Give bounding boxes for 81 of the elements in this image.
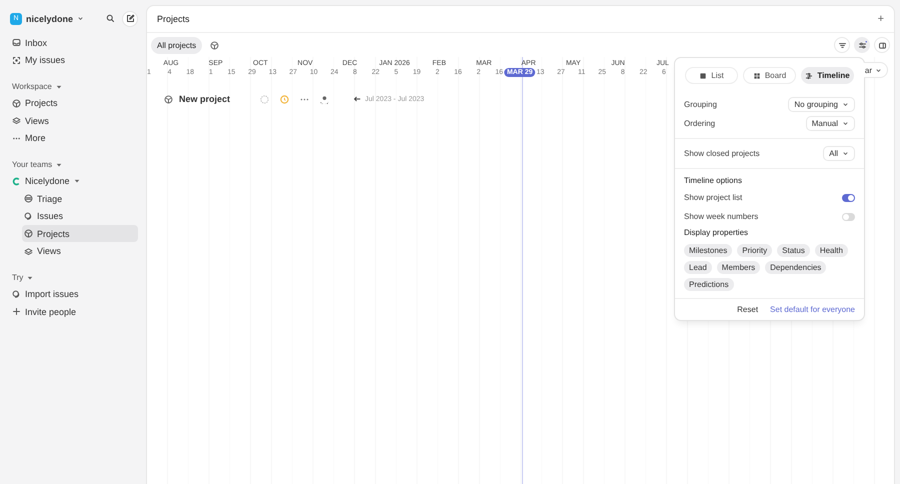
section-header[interactable]: Try xyxy=(12,273,24,282)
sidebar-item[interactable]: Triage xyxy=(22,190,138,207)
sidebar-item[interactable]: Views xyxy=(10,112,138,129)
layers-icon xyxy=(12,116,21,125)
project-name[interactable]: New project xyxy=(179,94,230,104)
chevron-icon xyxy=(842,101,849,108)
cube-icon xyxy=(12,98,21,108)
search-icon xyxy=(106,14,114,23)
square-icon xyxy=(699,72,708,80)
inbox-icon xyxy=(12,38,21,47)
add-button[interactable]: + xyxy=(878,13,884,25)
option-label: Ordering xyxy=(684,119,716,128)
section-header[interactable]: Workspace xyxy=(12,82,52,91)
page-title: Projects xyxy=(157,14,190,24)
dashed-circle-icon xyxy=(260,94,270,104)
compose-icon xyxy=(126,14,134,23)
grid-icon xyxy=(752,72,761,80)
cube-icon xyxy=(210,40,219,50)
sidebar-item[interactable]: Projects xyxy=(10,94,138,112)
layout-tab[interactable]: List xyxy=(685,67,738,84)
side-panel-button[interactable] xyxy=(874,37,890,53)
toggle-switch[interactable] xyxy=(842,212,855,220)
filter-button[interactable] xyxy=(834,37,850,53)
workspace-name[interactable]: nicelydone xyxy=(26,14,74,24)
layout-tab[interactable]: Board xyxy=(743,67,796,84)
dropdown-button[interactable]: ar xyxy=(864,62,888,78)
sidebar-item[interactable]: Inbox xyxy=(10,34,138,51)
option-label: Grouping xyxy=(684,100,717,109)
panel-icon xyxy=(878,40,886,50)
property-chip[interactable]: Milestones xyxy=(684,244,732,257)
clock-icon xyxy=(280,94,290,104)
property-chip[interactable]: Status xyxy=(777,244,810,257)
timeline-icon xyxy=(805,72,814,80)
filter-icon xyxy=(838,40,846,50)
reset-button[interactable]: Reset xyxy=(737,305,758,314)
person-icon xyxy=(320,94,330,104)
display-options-button[interactable] xyxy=(854,37,870,53)
layers-icon xyxy=(24,246,33,256)
option-label: Show closed projects xyxy=(684,149,760,158)
sidebar-item[interactable]: Invite people xyxy=(10,303,138,320)
section-title: Timeline options xyxy=(683,175,743,187)
select-dropdown[interactable]: Manual xyxy=(806,116,855,131)
select-dropdown[interactable]: All xyxy=(823,146,855,161)
cube-icon xyxy=(164,94,173,104)
sidebar-item[interactable]: Projects xyxy=(22,225,138,242)
layout-tab[interactable]: Timeline xyxy=(801,67,854,84)
overlap-circles-icon xyxy=(24,212,33,220)
overlap-circles-icon xyxy=(12,290,21,298)
cube-icon xyxy=(24,229,33,238)
plus-icon xyxy=(12,307,21,316)
team-icon xyxy=(12,176,21,186)
toggle-switch[interactable] xyxy=(842,194,855,202)
property-chip[interactable]: Health xyxy=(814,244,848,257)
team-name[interactable]: Nicelydone xyxy=(25,176,70,186)
property-chip[interactable]: Lead xyxy=(684,261,712,274)
chevron-icon xyxy=(842,150,849,157)
target-icon xyxy=(12,56,21,64)
sidebar-item[interactable]: Issues xyxy=(22,208,138,224)
select-dropdown[interactable]: No grouping xyxy=(788,97,855,112)
chevron-icon xyxy=(77,15,84,22)
arrow-left-icon xyxy=(353,95,362,103)
option-label: Show week numbers xyxy=(684,212,758,221)
circle-icon xyxy=(24,194,33,203)
new-issue-button[interactable] xyxy=(122,10,138,26)
sidebar-item[interactable]: More xyxy=(10,130,138,146)
property-chip[interactable]: Priority xyxy=(737,244,772,257)
set-default-link[interactable]: Set default for everyone xyxy=(770,305,855,314)
option-label: Show project list xyxy=(684,193,742,202)
sidebar-item[interactable]: Import issues xyxy=(10,286,138,302)
sliders-icon xyxy=(858,40,866,50)
property-chip[interactable]: Predictions xyxy=(684,278,734,291)
chevron-icon xyxy=(842,120,849,127)
property-chip[interactable]: Members xyxy=(716,261,760,274)
sidebar-item[interactable]: Views xyxy=(22,242,138,260)
section-title: Display properties xyxy=(683,227,750,239)
chevron-icon xyxy=(875,66,882,74)
property-chip[interactable]: Dependencies xyxy=(765,261,826,274)
sidebar-item[interactable]: My issues xyxy=(10,52,138,68)
view-tab[interactable]: All projects xyxy=(151,36,202,54)
more-icon xyxy=(300,98,310,100)
section-header[interactable]: Your teams xyxy=(12,160,52,169)
